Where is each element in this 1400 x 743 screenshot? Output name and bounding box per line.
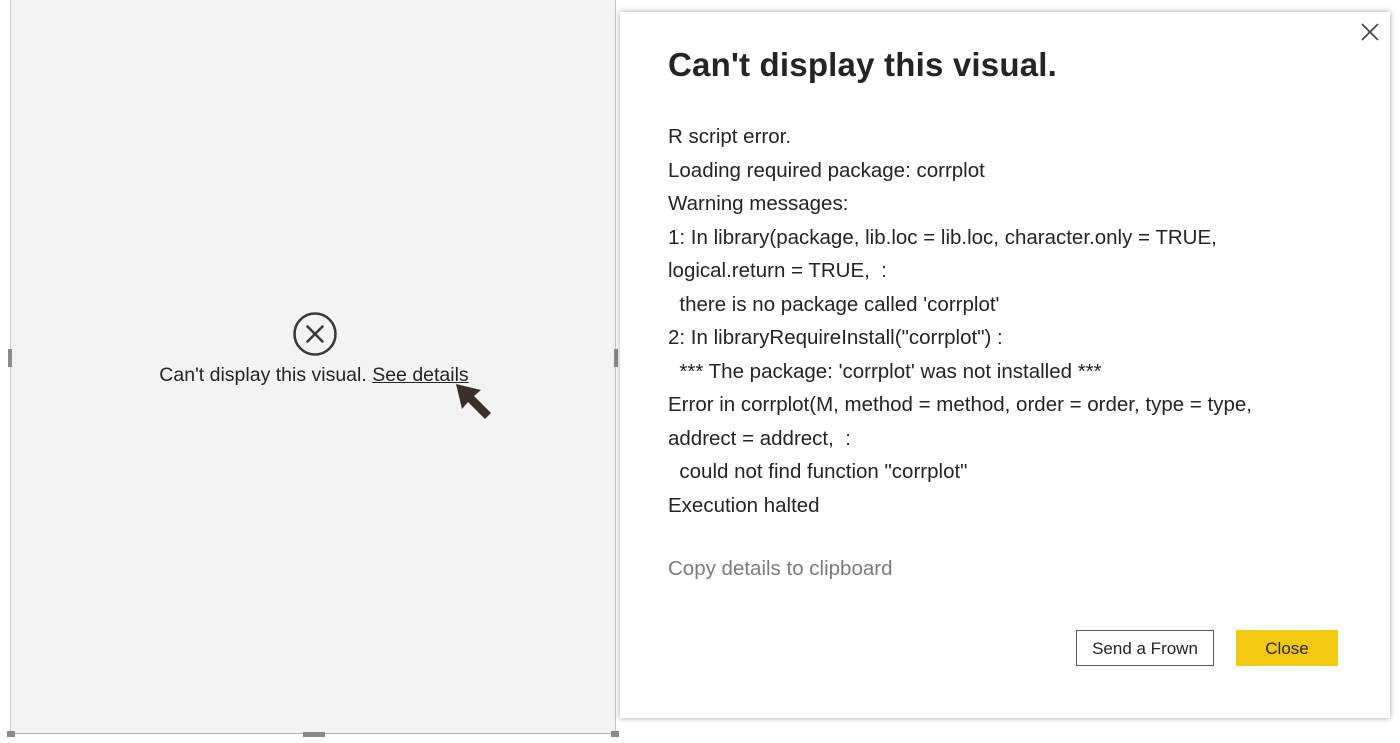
dialog-title: Can't display this visual. bbox=[668, 46, 1057, 83]
error-detail-line: 1: In library(package, lib.loc = lib.loc… bbox=[668, 225, 1217, 249]
error-detail-line: could not find function "corrplot" bbox=[668, 460, 968, 483]
error-detail-line: 2: In libraryRequireInstall("corrplot") … bbox=[668, 326, 1003, 349]
visual-container[interactable]: Can't display this visual. See details bbox=[7, 0, 619, 737]
error-detail-line: R script error. bbox=[668, 125, 792, 148]
close-button[interactable]: Close bbox=[1236, 630, 1338, 666]
error-detail-line: addrect = addrect, : bbox=[668, 426, 851, 450]
error-circle-icon bbox=[293, 312, 337, 356]
visual-error-line: Can't display this visual. See details bbox=[11, 364, 617, 387]
error-details-list: R script error. Loading required package… bbox=[668, 120, 1358, 522]
mouse-pointer-icon bbox=[456, 384, 491, 419]
resize-handle-bottom-left[interactable] bbox=[7, 731, 15, 737]
error-detail-line: logical.return = TRUE, : bbox=[668, 259, 887, 282]
error-detail-line: Warning messages: bbox=[668, 192, 849, 215]
error-detail-line: Loading required package: corrplot bbox=[668, 158, 985, 182]
error-detail-line: Execution halted bbox=[668, 493, 820, 517]
error-details-dialog: Can't display this visual. R script erro… bbox=[620, 12, 1390, 718]
visual-error-message: Can't display this visual. bbox=[159, 364, 367, 386]
close-icon[interactable] bbox=[1358, 20, 1382, 44]
resize-handle-bottom[interactable] bbox=[303, 732, 325, 737]
copy-details-link[interactable]: Copy details to clipboard bbox=[668, 557, 893, 581]
error-detail-line: there is no package called 'corrplot' bbox=[668, 292, 1000, 316]
resize-handle-bottom-right[interactable] bbox=[611, 731, 619, 737]
send-a-frown-button[interactable]: Send a Frown bbox=[1076, 630, 1214, 666]
error-detail-line: Error in corrplot(M, method = method, or… bbox=[668, 393, 1252, 416]
error-detail-line: *** The package: 'corrplot' was not inst… bbox=[668, 359, 1102, 383]
